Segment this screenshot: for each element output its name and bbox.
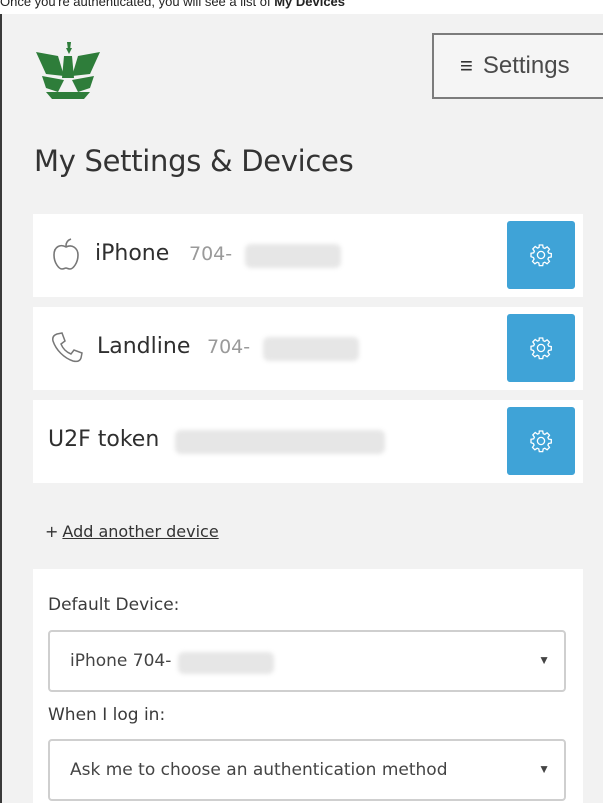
caption-text: Once you're authenticated, you will see … xyxy=(0,0,275,9)
logo xyxy=(36,42,100,99)
preferences-panel: Default Device: iPhone 704- ▼ When I log… xyxy=(33,569,583,809)
default-device-select[interactable]: iPhone 704- ▼ xyxy=(48,630,566,692)
settings-button-label: Settings xyxy=(482,52,570,79)
device-number: 704- xyxy=(207,336,251,358)
apple-icon xyxy=(53,238,79,270)
redacted-token-id xyxy=(175,430,385,454)
device-number: 704- xyxy=(189,243,233,265)
settings-button[interactable]: ≡ Settings xyxy=(432,33,603,99)
plus-icon: + xyxy=(45,522,59,541)
login-behavior-label: When I log in: xyxy=(48,705,166,725)
redacted-number xyxy=(178,652,274,674)
hamburger-icon: ≡ xyxy=(460,53,473,78)
phone-icon xyxy=(52,332,83,363)
chevron-down-icon: ▼ xyxy=(538,762,550,776)
page-title: My Settings & Devices xyxy=(34,144,354,178)
chevron-down-icon: ▼ xyxy=(538,653,550,667)
caption-bold: My Devices xyxy=(274,0,346,9)
login-behavior-select[interactable]: Ask me to choose an authentication metho… xyxy=(48,739,566,801)
device-settings-button[interactable] xyxy=(507,407,575,475)
add-device-link[interactable]: Add another device xyxy=(62,522,218,541)
gear-icon xyxy=(530,337,552,360)
gear-icon xyxy=(530,244,552,267)
login-behavior-value: Ask me to choose an authentication metho… xyxy=(70,760,448,780)
redacted-number xyxy=(263,337,359,361)
default-device-label: Default Device: xyxy=(48,595,180,615)
default-device-value: iPhone 704- xyxy=(70,651,172,671)
add-device: + Add another device xyxy=(45,522,219,541)
device-settings-button[interactable] xyxy=(507,314,575,382)
device-name: Landline xyxy=(97,334,191,359)
device-item-landline: Landline 704- xyxy=(33,307,583,390)
device-settings-button[interactable] xyxy=(507,221,575,289)
device-item-iphone: iPhone 704- xyxy=(33,214,583,297)
app-frame: ≡ Settings My Settings & Devices iPhone … xyxy=(0,14,603,809)
page-caption: Once you're authenticated, you will see … xyxy=(0,0,345,10)
redacted-number xyxy=(245,244,341,268)
device-name: U2F token xyxy=(48,427,160,452)
device-name: iPhone xyxy=(95,241,170,266)
gear-icon xyxy=(530,430,552,453)
device-item-u2f-token: U2F token xyxy=(33,400,583,483)
